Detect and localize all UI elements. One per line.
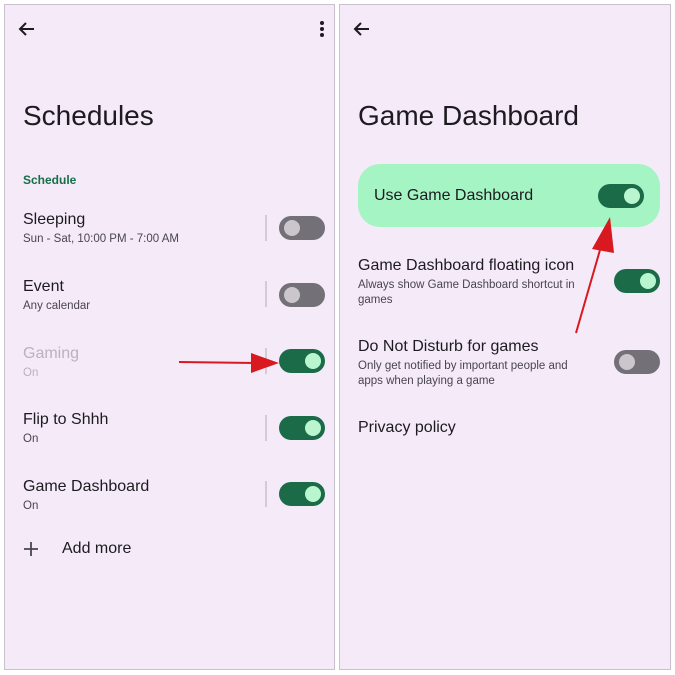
schedule-item-subtitle: On [23,433,39,445]
schedule-item-event[interactable]: Event Any calendar [23,278,90,314]
dnd-games-toggle[interactable] [614,350,660,374]
schedules-screen: Schedules Schedule Sleeping Sun - Sat, 1… [4,4,335,670]
toggle-knob [305,486,321,502]
schedule-item-sleeping[interactable]: Sleeping Sun - Sat, 10:00 PM - 7:00 AM [23,211,179,247]
gaming-toggle[interactable] [279,349,325,373]
use-game-dashboard-label: Use Game Dashboard [374,187,534,204]
toggle-knob [305,420,321,436]
schedule-item-flip-to-shhh[interactable]: Flip to Shhh On [23,411,108,447]
toggle-knob [619,354,635,370]
page-title: Game Dashboard [358,100,580,131]
privacy-policy-link[interactable]: Privacy policy [358,419,456,437]
setting-title: Game Dashboard floating icon [358,257,575,274]
schedule-item-subtitle: On [23,500,39,512]
schedule-item-title: Gaming [23,345,80,362]
event-toggle[interactable] [279,283,325,307]
schedule-item-subtitle: Any calendar [23,300,91,312]
divider [265,215,267,241]
annotation-arrow-icon [575,217,614,334]
annotation-arrow-icon [178,353,279,373]
schedule-item-title: Flip to Shhh [23,411,109,428]
more-vert-icon[interactable] [318,19,326,39]
page-title: Schedules [23,100,154,131]
back-arrow-icon[interactable] [17,19,37,39]
schedule-item-game-dashboard[interactable]: Game Dashboard On [23,478,149,514]
schedule-item-subtitle: On [23,367,39,379]
toggle-knob [640,273,656,289]
toggle-knob [284,287,300,303]
schedule-item-gaming[interactable]: Gaming On [23,345,79,381]
schedule-item-title: Sleeping [23,211,86,228]
divider [265,415,267,441]
back-arrow-icon[interactable] [352,19,372,39]
toggle-knob [305,353,321,369]
game-dashboard-toggle[interactable] [279,482,325,506]
divider [265,281,267,307]
section-label: Schedule [23,173,77,187]
add-more-button[interactable]: Add more [23,540,131,558]
toggle-knob [284,220,300,236]
plus-icon [24,542,38,556]
setting-subtitle: Only get notified by important people an… [358,360,568,387]
setting-title: Do Not Disturb for games [358,338,539,355]
toggle-knob [624,188,640,204]
floating-icon-setting[interactable]: Game Dashboard floating icon Always show… [358,257,590,308]
game-dashboard-screen: Game Dashboard Use Game Dashboard Game D… [339,4,671,670]
divider [265,481,267,507]
schedule-item-title: Game Dashboard [23,478,150,495]
setting-subtitle: Always show Game Dashboard shortcut in g… [358,279,575,306]
use-game-dashboard-toggle[interactable] [598,184,644,208]
schedule-item-title: Event [23,278,64,295]
schedule-item-subtitle: Sun - Sat, 10:00 PM - 7:00 AM [23,233,179,245]
add-more-label: Add more [62,540,132,557]
dnd-games-setting[interactable]: Do Not Disturb for games Only get notifi… [358,338,590,389]
sleeping-toggle[interactable] [279,216,325,240]
flip-to-shhh-toggle[interactable] [279,416,325,440]
floating-icon-toggle[interactable] [614,269,660,293]
